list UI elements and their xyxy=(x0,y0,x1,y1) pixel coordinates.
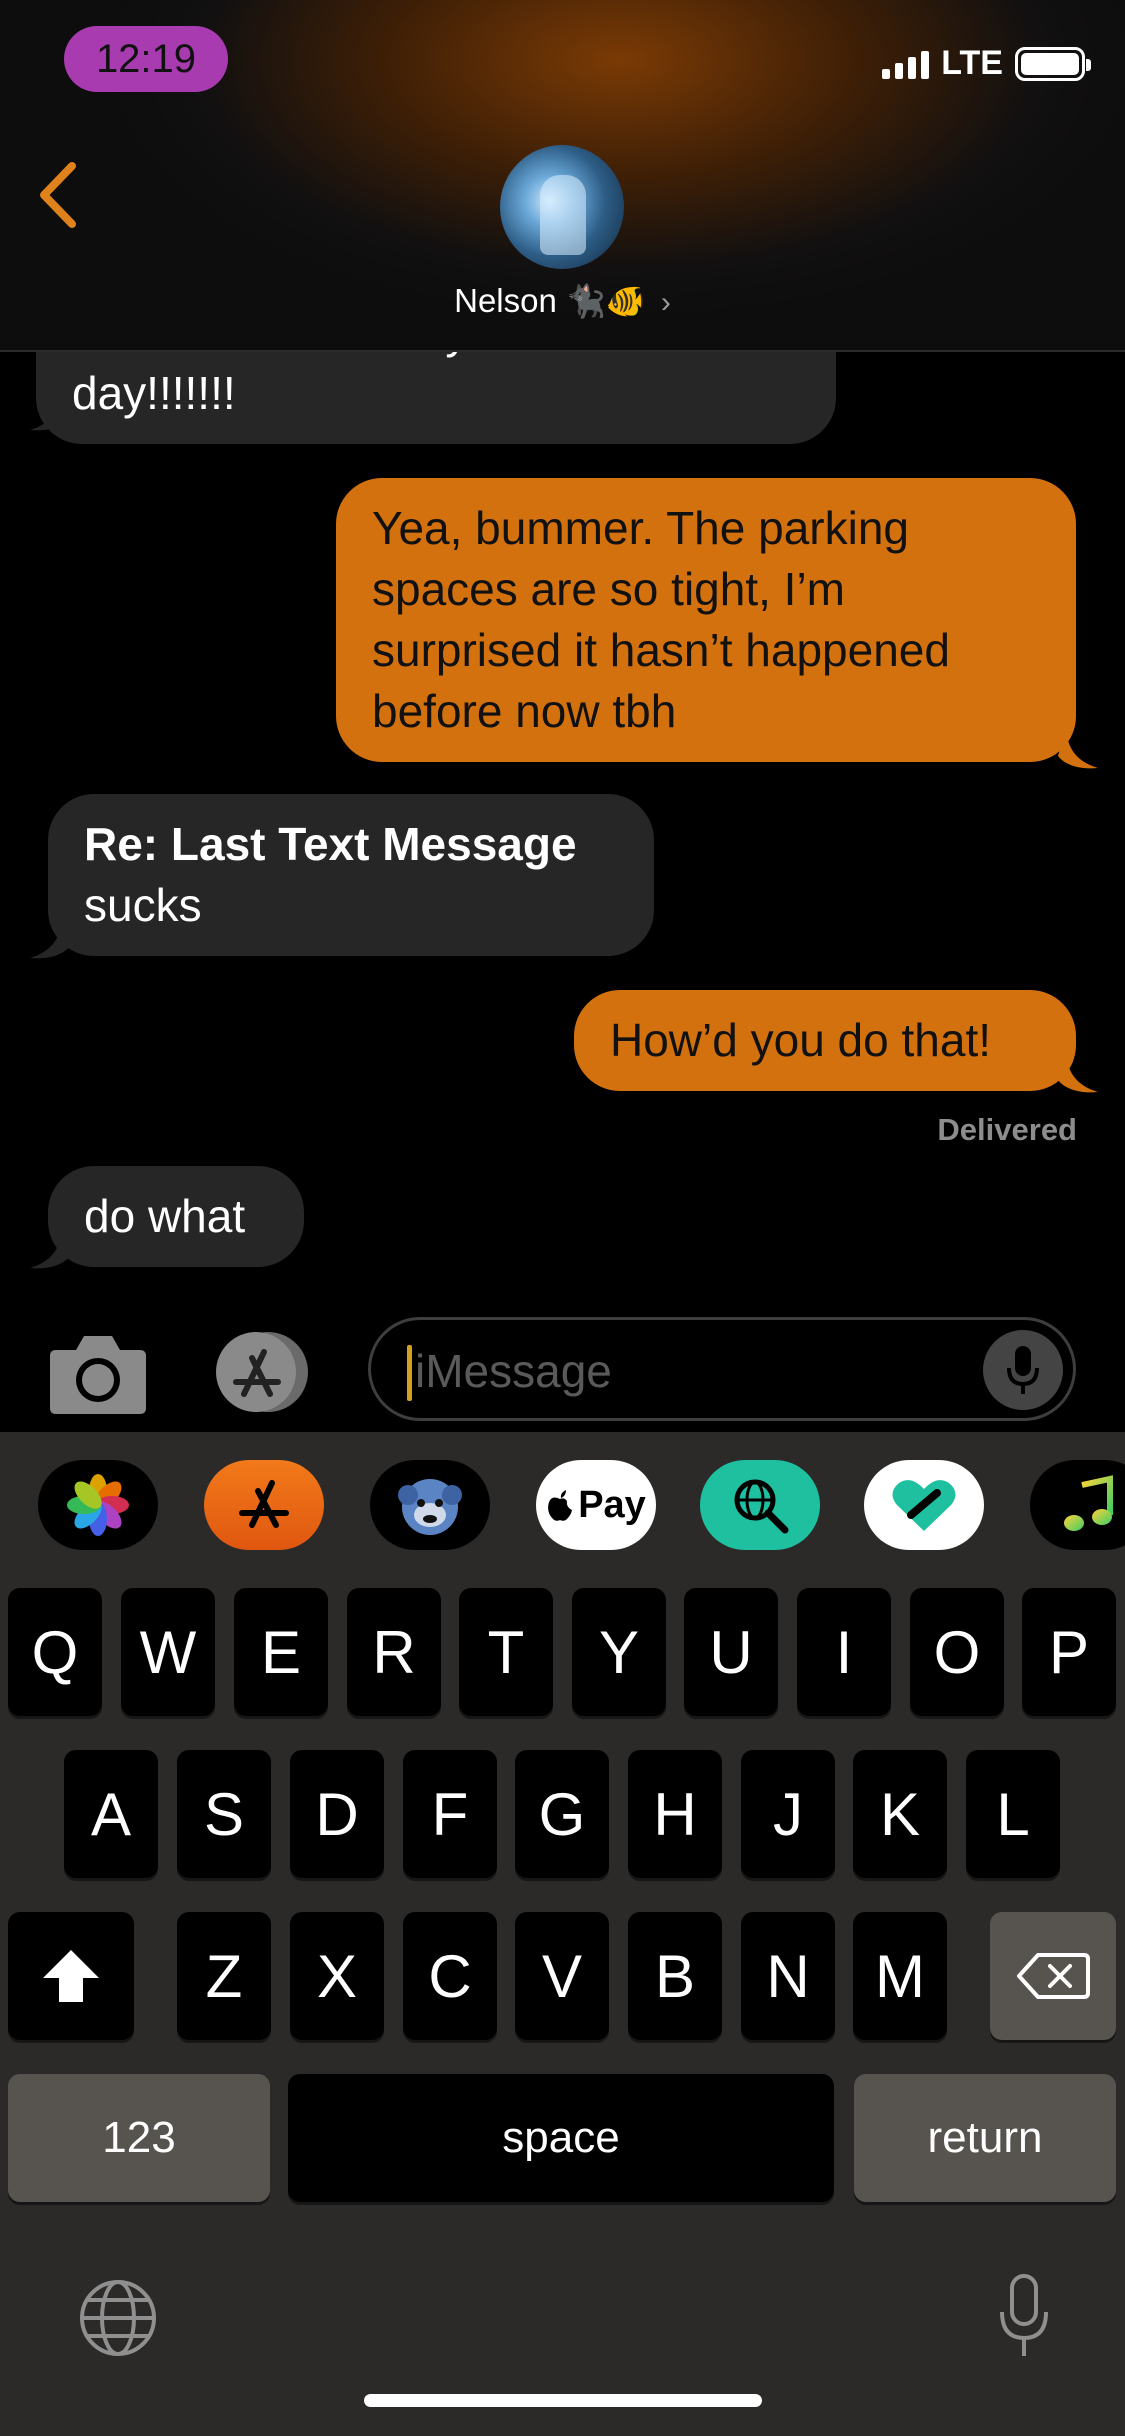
memoji-app-button[interactable] xyxy=(370,1460,490,1550)
message-bubble-incoming[interactable]: Re: Last Text Message sucks xyxy=(48,794,654,956)
music-note-icon xyxy=(1064,1475,1113,1531)
microphone-icon xyxy=(1007,1346,1039,1394)
app-store-icon[interactable] xyxy=(208,1330,318,1414)
key-o[interactable]: O xyxy=(910,1588,1004,1716)
contact-name-row[interactable]: Nelson 🐈‍⬛🐠 › xyxy=(0,282,1125,320)
key-z[interactable]: Z xyxy=(177,1912,271,2040)
photos-app-button[interactable] xyxy=(38,1460,158,1550)
message-bubble-outgoing[interactable]: Yea, bummer. The parking spaces are so t… xyxy=(336,478,1076,762)
memoji-icon xyxy=(398,1479,462,1535)
key-b[interactable]: B xyxy=(628,1912,722,2040)
compose-bar xyxy=(0,1312,1125,1432)
keyboard-dictation-icon[interactable] xyxy=(996,2272,1052,2362)
message-line: do what xyxy=(84,1190,246,1242)
imessage-app-drawer: Pay xyxy=(0,1460,1125,1556)
key-c[interactable]: C xyxy=(403,1912,497,2040)
bubble-tail xyxy=(30,920,70,959)
key-h[interactable]: H xyxy=(628,1750,722,1878)
key-s[interactable]: S xyxy=(177,1750,271,1878)
key-f[interactable]: F xyxy=(403,1750,497,1878)
apple-pay-label: Pay xyxy=(578,1483,646,1526)
message-line: How’d you do that! xyxy=(610,1014,992,1066)
music-app-button[interactable] xyxy=(1030,1460,1125,1550)
message-line: day!!!!!!! xyxy=(72,367,236,419)
return-key[interactable]: return xyxy=(854,2074,1116,2202)
key-n[interactable]: N xyxy=(741,1912,835,2040)
app-store-icon xyxy=(239,1480,289,1528)
message-line: before now tbh xyxy=(372,685,677,737)
key-j[interactable]: J xyxy=(741,1750,835,1878)
apple-pay-app-button[interactable]: Pay xyxy=(536,1460,656,1550)
key-q[interactable]: Q xyxy=(8,1588,102,1716)
app-store-app-button[interactable] xyxy=(204,1460,324,1550)
key-y[interactable]: Y xyxy=(572,1588,666,1716)
key-d[interactable]: D xyxy=(290,1750,384,1878)
key-g[interactable]: G xyxy=(515,1750,609,1878)
key-a[interactable]: A xyxy=(64,1750,158,1878)
message-line: hahaha what a way to start the xyxy=(72,352,800,363)
photos-icon xyxy=(67,1474,129,1536)
contact-name: Nelson xyxy=(454,282,557,319)
text-caret xyxy=(407,1345,412,1401)
message-bubble-outgoing[interactable]: How’d you do that! xyxy=(574,990,1076,1091)
message-bubble-incoming[interactable]: hahaha what a way to start the day!!!!!!… xyxy=(36,352,836,444)
key-p[interactable]: P xyxy=(1022,1588,1116,1716)
key-r[interactable]: R xyxy=(347,1588,441,1716)
key-w[interactable]: W xyxy=(121,1588,215,1716)
bubble-tail xyxy=(1058,730,1098,769)
backspace-icon xyxy=(1017,1953,1090,1999)
status-time: 12:19 xyxy=(64,26,228,92)
image-search-app-button[interactable] xyxy=(700,1460,820,1550)
bubble-tail xyxy=(30,1230,70,1269)
shift-key[interactable] xyxy=(8,1912,134,2040)
key-x[interactable]: X xyxy=(290,1912,384,2040)
dictation-button[interactable] xyxy=(983,1330,1063,1410)
apple-logo-icon xyxy=(548,1490,573,1521)
space-key[interactable]: space xyxy=(288,2074,834,2202)
signal-bars-icon xyxy=(882,49,930,79)
key-k[interactable]: K xyxy=(853,1750,947,1878)
bubble-tail xyxy=(30,392,70,431)
key-m[interactable]: M xyxy=(853,1912,947,2040)
bubble-tail xyxy=(1058,1054,1098,1093)
contact-emoji: 🐈‍⬛🐠 xyxy=(566,283,646,319)
numbers-key[interactable]: 123 xyxy=(8,2074,270,2202)
message-title: Re: Last Text Message xyxy=(84,818,577,870)
home-indicator[interactable] xyxy=(364,2394,762,2407)
key-l[interactable]: L xyxy=(966,1750,1060,1878)
camera-icon[interactable] xyxy=(48,1328,148,1416)
globe-search-icon xyxy=(734,1479,789,1534)
message-bubble-incoming[interactable]: do what xyxy=(48,1166,304,1267)
status-indicators: LTE xyxy=(882,44,1091,83)
keyboard: Pay Q W E R T Y U I O P A S D F G H J K … xyxy=(0,1432,1125,2436)
message-line: surprised it hasn’t happened xyxy=(372,624,950,676)
key-i[interactable]: I xyxy=(797,1588,891,1716)
message-line: Yea, bummer. The parking xyxy=(372,502,909,554)
delivered-status: Delivered xyxy=(937,1112,1077,1147)
globe-icon[interactable] xyxy=(78,2278,158,2358)
back-chevron-icon[interactable] xyxy=(34,160,84,230)
key-e[interactable]: E xyxy=(234,1588,328,1716)
battery-icon xyxy=(1015,46,1091,81)
message-line: sucks xyxy=(84,879,202,931)
conversation-header: 12:19 LTE Nelson 🐈‍⬛🐠 › xyxy=(0,0,1125,352)
contact-avatar[interactable] xyxy=(500,145,624,269)
key-u[interactable]: U xyxy=(684,1588,778,1716)
message-line: spaces are so tight, I’m xyxy=(372,563,845,615)
key-t[interactable]: T xyxy=(459,1588,553,1716)
imessage-input-field[interactable] xyxy=(368,1317,1076,1421)
message-input[interactable] xyxy=(415,1338,935,1404)
heart-icon xyxy=(892,1480,956,1531)
network-label: LTE xyxy=(941,44,1003,82)
chevron-right-icon: › xyxy=(660,286,671,319)
digital-touch-app-button[interactable] xyxy=(864,1460,984,1550)
delete-key[interactable] xyxy=(990,1912,1116,2040)
shift-arrow-icon xyxy=(43,1950,99,2002)
key-v[interactable]: V xyxy=(515,1912,609,2040)
message-list[interactable]: hahaha what a way to start the day!!!!!!… xyxy=(0,352,1125,1312)
